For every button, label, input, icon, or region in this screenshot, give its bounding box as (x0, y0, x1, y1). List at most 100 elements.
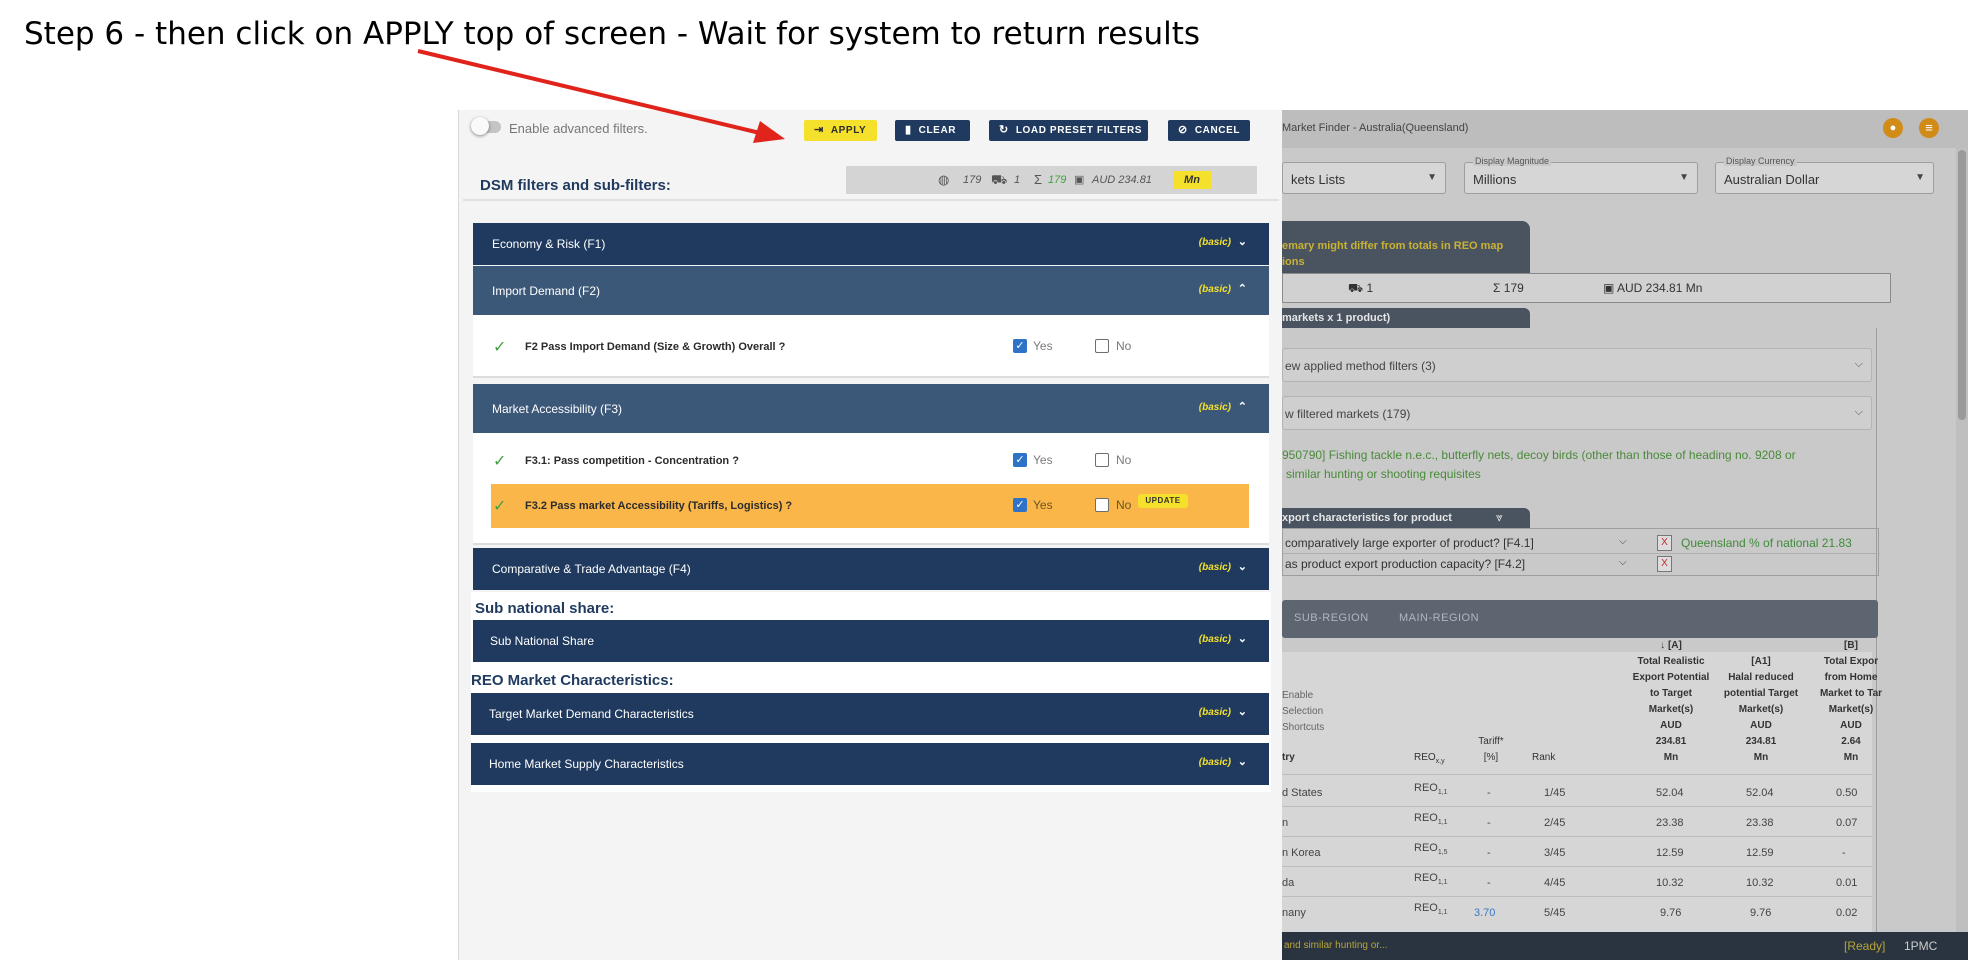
no-checkbox[interactable] (1095, 339, 1109, 353)
table-cell-rank: 3/45 (1544, 847, 1566, 859)
chevron-down-icon: ⌵ (1854, 406, 1863, 418)
col-header-country[interactable]: try (1282, 750, 1295, 766)
table-cell-a: 52.04 (1656, 787, 1684, 799)
accordion-market-accessibility[interactable]: Market Accessibility (F3) (basic) ⌃ (473, 384, 1269, 433)
col-header-a1[interactable]: [A1] Halal reduced potential Target Mark… (1718, 654, 1804, 766)
table-cell-a1: 9.76 (1750, 907, 1772, 919)
table-divider (1282, 866, 1872, 867)
chevron-up-icon: ⌃ (1237, 283, 1247, 295)
yes-checkbox[interactable]: ✓ (1013, 339, 1027, 353)
col-header-tariff[interactable]: Tariff* [%] (1470, 734, 1512, 766)
app-title: Market Finder - Australia(Queensland) (1282, 122, 1469, 134)
table-cell-a1: 23.38 (1746, 817, 1774, 829)
yes-checkbox[interactable]: ✓ (1013, 453, 1027, 467)
chevron-down-icon[interactable]: ⌵ (1619, 557, 1627, 568)
filter-panel: Enable advanced filters. ⇥ APPLY ▮ CLEAR ↻… (458, 110, 1282, 960)
markets-list-select[interactable]: kets Lists ▼ (1282, 162, 1446, 194)
login-icon: ⇥ (814, 124, 824, 136)
status-footer: and similar hunting or... [Ready] 1PMC (1282, 932, 1968, 960)
markets-tab-label: markets x 1 product) (1282, 312, 1391, 324)
tab-sub-region[interactable]: SUB-REGION (1294, 612, 1369, 624)
trash-icon: ▮ (905, 124, 912, 136)
accordion-target-market-demand[interactable]: Target Market Demand Characteristics (ba… (471, 693, 1269, 735)
table-cell-country[interactable]: d States (1282, 787, 1322, 799)
col-header-a[interactable]: ↓ [A] Total Realistic Export Potential t… (1628, 638, 1714, 766)
export-tab-label: xport characteristics for product (1282, 512, 1452, 524)
header-divider (463, 199, 1279, 201)
chevron-down-icon: ▼ (1427, 172, 1437, 183)
chevron-down-icon: ⌄ (1237, 706, 1247, 718)
no-checkbox[interactable] (1095, 498, 1109, 512)
trolley-icon: ⛟ (991, 172, 1008, 187)
accordion-home-market-supply[interactable]: Home Market Supply Characteristics (basi… (471, 743, 1269, 785)
menu-icon[interactable]: ≡ (1919, 118, 1939, 138)
tab-main-region[interactable]: MAIN-REGION (1399, 612, 1479, 624)
chevron-down-icon: ⌄ (1237, 756, 1247, 768)
col-header-reo[interactable]: REOx,y (1414, 750, 1445, 770)
cancel-button[interactable]: ⊘ CANCEL (1168, 120, 1250, 141)
chevron-down-icon: ⌵ (1854, 358, 1863, 370)
double-chevron-down-icon[interactable]: ⩔ (1496, 510, 1503, 525)
update-badge[interactable]: UPDATE (1138, 494, 1188, 508)
export-row: as product export production capacity? [… (1283, 553, 1880, 573)
table-divider (1282, 774, 1872, 775)
markets-count: 179 (963, 174, 982, 186)
block-icon: ⊘ (1178, 124, 1188, 136)
checkmark-icon: ✓ (493, 339, 507, 356)
table-cell-reo: REO1,1 (1414, 902, 1448, 917)
export-characteristics-box: comparatively large exporter of product?… (1282, 528, 1880, 576)
filter-summary-bar: ◍ 179 ⛟ 1 Σ 179 ▣ AUD 234.81 Mn (846, 166, 1257, 194)
filter-question-row: ✓ F2 Pass Import Demand (Size & Growth) … (493, 339, 1132, 356)
table-cell-country[interactable]: n (1282, 817, 1288, 829)
apply-button[interactable]: ⇥ APPLY (804, 120, 877, 141)
table-cell-rank: 4/45 (1544, 877, 1566, 889)
table-cell-country[interactable]: n Korea (1282, 847, 1321, 859)
screenshot-stage: Step 6 - then click on APPLY top of scre… (0, 0, 1968, 960)
products-count: 1 (1014, 174, 1021, 186)
export-row: comparatively large exporter of product?… (1285, 535, 1852, 551)
accordion-import-demand[interactable]: Import Demand (F2) (basic) ⌃ (473, 266, 1269, 315)
table-divider (1282, 806, 1872, 807)
results-table: Enable Selection Shortcuts try REOx,y Ta… (1282, 640, 1882, 960)
table-cell-a: 23.38 (1656, 817, 1684, 829)
table-cell-country[interactable]: da (1282, 877, 1294, 889)
display-currency-select[interactable]: Display Currency Australian Dollar ▼ (1715, 156, 1934, 194)
col-header-rank[interactable]: Rank (1532, 750, 1555, 766)
chevron-down-icon[interactable]: ⌵ (1619, 536, 1627, 547)
clear-button[interactable]: ▮ CLEAR (895, 120, 970, 141)
sigma-icon: Σ (1493, 281, 1501, 295)
background-app: Market Finder - Australia(Queensland) ● … (1282, 110, 1968, 960)
table-cell-tariff: - (1487, 787, 1491, 799)
applied-filters-accordion[interactable]: ew applied method filters (3) ⌵ (1282, 348, 1872, 382)
table-cell-b: 0.01 (1836, 877, 1858, 889)
close-icon[interactable]: X (1657, 556, 1672, 572)
import-demand-body: ✓ F2 Pass Import Demand (Size & Growth) … (473, 315, 1269, 378)
status-text: [Ready] (1844, 939, 1886, 953)
yes-checkbox[interactable]: ✓ (1013, 498, 1027, 512)
checkmark-icon: ✓ (493, 453, 507, 470)
sigma-icon: Σ (1034, 172, 1043, 187)
table-cell-a: 10.32 (1656, 877, 1684, 889)
region-tabs-bar (1282, 600, 1878, 638)
toggle-knob[interactable] (471, 117, 489, 135)
magnitude-badge: Mn (1173, 171, 1211, 189)
table-divider (1282, 836, 1872, 837)
table-cell-reo: REO1,1 (1414, 782, 1448, 797)
advanced-filters-label: Enable advanced filters. (509, 121, 648, 136)
accordion-sub-national-share[interactable]: Sub National Share (basic) ⌄ (473, 620, 1269, 662)
no-checkbox[interactable] (1095, 453, 1109, 467)
col-header-b[interactable]: [B] Total Expor from Home Market to Tar … (1808, 638, 1894, 766)
filter-question-row-updated: ✓ F3.2 Pass market Accessibility (Tariff… (491, 484, 1249, 528)
filter-question-row: ✓ F3.1: Pass competition - Concentration… (493, 453, 1132, 470)
close-icon[interactable]: X (1657, 535, 1672, 551)
accordion-comparative-trade-advantage[interactable]: Comparative & Trade Advantage (F4) (basi… (473, 548, 1269, 590)
user-icon[interactable]: ● (1883, 118, 1903, 138)
accordion-economy-risk[interactable]: Economy & Risk (F1) (basic) ⌄ (473, 223, 1269, 265)
table-cell-country[interactable]: nany (1282, 907, 1306, 919)
display-magnitude-select[interactable]: Display Magnitude Millions ▼ (1464, 156, 1698, 194)
scrollbar-thumb[interactable] (1958, 150, 1966, 420)
filtered-markets-accordion[interactable]: w filtered markets (179) ⌵ (1282, 396, 1872, 430)
table-cell-tariff[interactable]: 3.70 (1474, 907, 1495, 919)
load-preset-filters-button[interactable]: ↻ LOAD PRESET FILTERS (989, 120, 1148, 141)
table-divider (1282, 896, 1872, 897)
